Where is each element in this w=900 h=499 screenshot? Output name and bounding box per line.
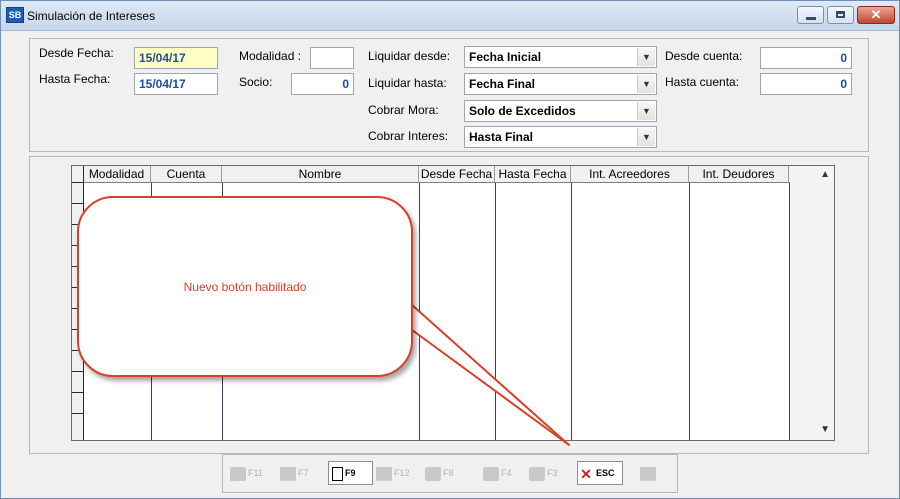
printer-button[interactable] (639, 461, 659, 485)
exit-icon: ✕ (580, 465, 592, 482)
callout-box: Nuevo botón habilitado (77, 196, 413, 377)
edit-list-icon (376, 466, 392, 481)
printer-icon (640, 466, 656, 481)
save-button[interactable]: F3 (528, 461, 559, 485)
edit-key: F7 (298, 468, 309, 478)
modify-key: F12 (394, 468, 410, 478)
save-icon (529, 466, 545, 481)
print-key: F11 (248, 468, 263, 478)
action-toolbar: F11 F7 F9 F12 F8 F4 F3 ✕ ESC (222, 454, 678, 493)
print-button[interactable]: F11 (229, 461, 264, 485)
delete-key: F8 (443, 468, 454, 478)
exit-key: ESC (596, 468, 615, 478)
new-button[interactable]: F9 (328, 461, 373, 485)
save-key: F3 (547, 468, 558, 478)
undo-key: F4 (501, 468, 512, 478)
delete-icon (425, 466, 441, 481)
undo-icon (483, 466, 499, 481)
edit-button[interactable]: F7 (279, 461, 310, 485)
new-document-icon (332, 466, 343, 481)
new-key: F9 (345, 468, 356, 478)
callout-text: Nuevo botón habilitado (183, 280, 307, 294)
print-icon (230, 466, 246, 481)
undo-button[interactable]: F4 (482, 461, 513, 485)
main-window: SB Simulación de Intereses ✕ Desde Fecha… (0, 0, 900, 499)
delete-button[interactable]: F8 (424, 461, 455, 485)
edit-icon (280, 466, 296, 481)
modify-button[interactable]: F12 (375, 461, 411, 485)
exit-button[interactable]: ✕ ESC (577, 461, 623, 485)
